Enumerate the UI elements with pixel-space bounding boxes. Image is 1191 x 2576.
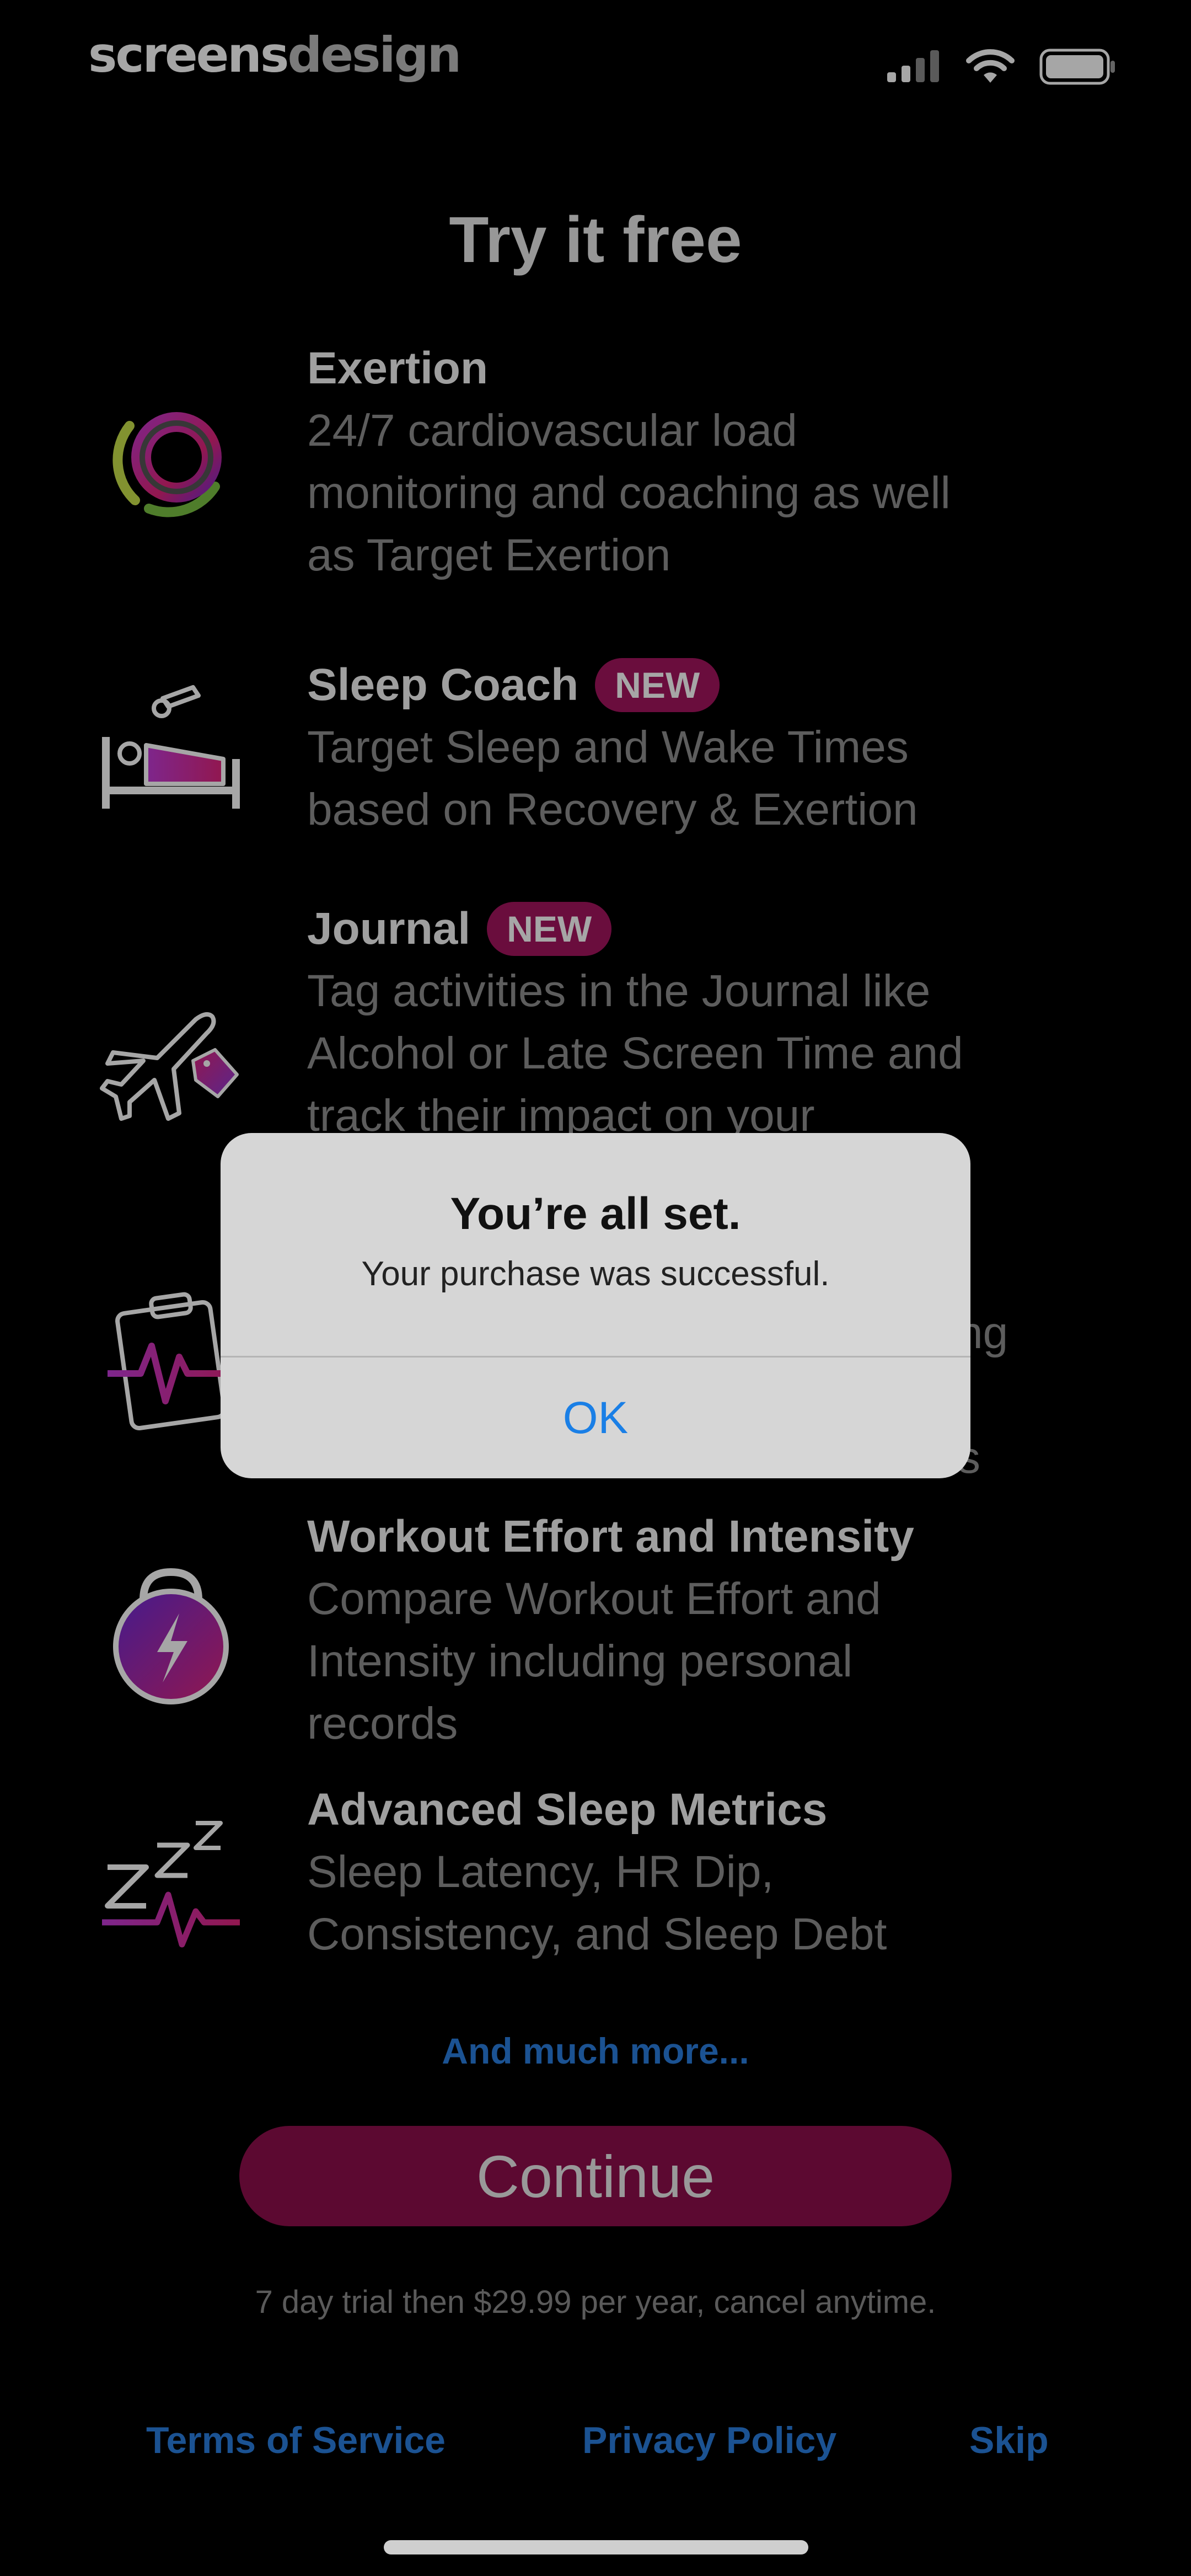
home-indicator[interactable] xyxy=(384,2540,808,2554)
purchase-success-alert: You’re all set. Your purchase was succes… xyxy=(221,1133,970,1478)
alert-title: You’re all set. xyxy=(450,1189,741,1239)
alert-message: Your purchase was successful. xyxy=(361,1255,830,1293)
alert-ok-button[interactable]: OK xyxy=(221,1358,970,1478)
alert-ok-label: OK xyxy=(562,1392,629,1443)
